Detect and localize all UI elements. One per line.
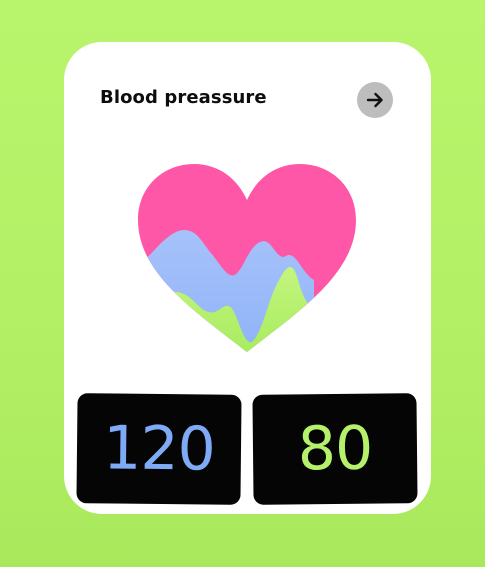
diastolic-reading: 80 bbox=[252, 393, 418, 505]
heart-wave-icon bbox=[138, 164, 356, 352]
diastolic-value: 80 bbox=[297, 413, 373, 485]
arrow-right-icon bbox=[366, 92, 383, 108]
systolic-reading: 120 bbox=[76, 393, 242, 505]
open-details-button[interactable] bbox=[357, 82, 393, 118]
systolic-value: 120 bbox=[102, 413, 216, 485]
card-title: Blood preassure bbox=[100, 87, 267, 108]
blood-pressure-card: Blood preassure 120 80 bbox=[64, 42, 431, 514]
